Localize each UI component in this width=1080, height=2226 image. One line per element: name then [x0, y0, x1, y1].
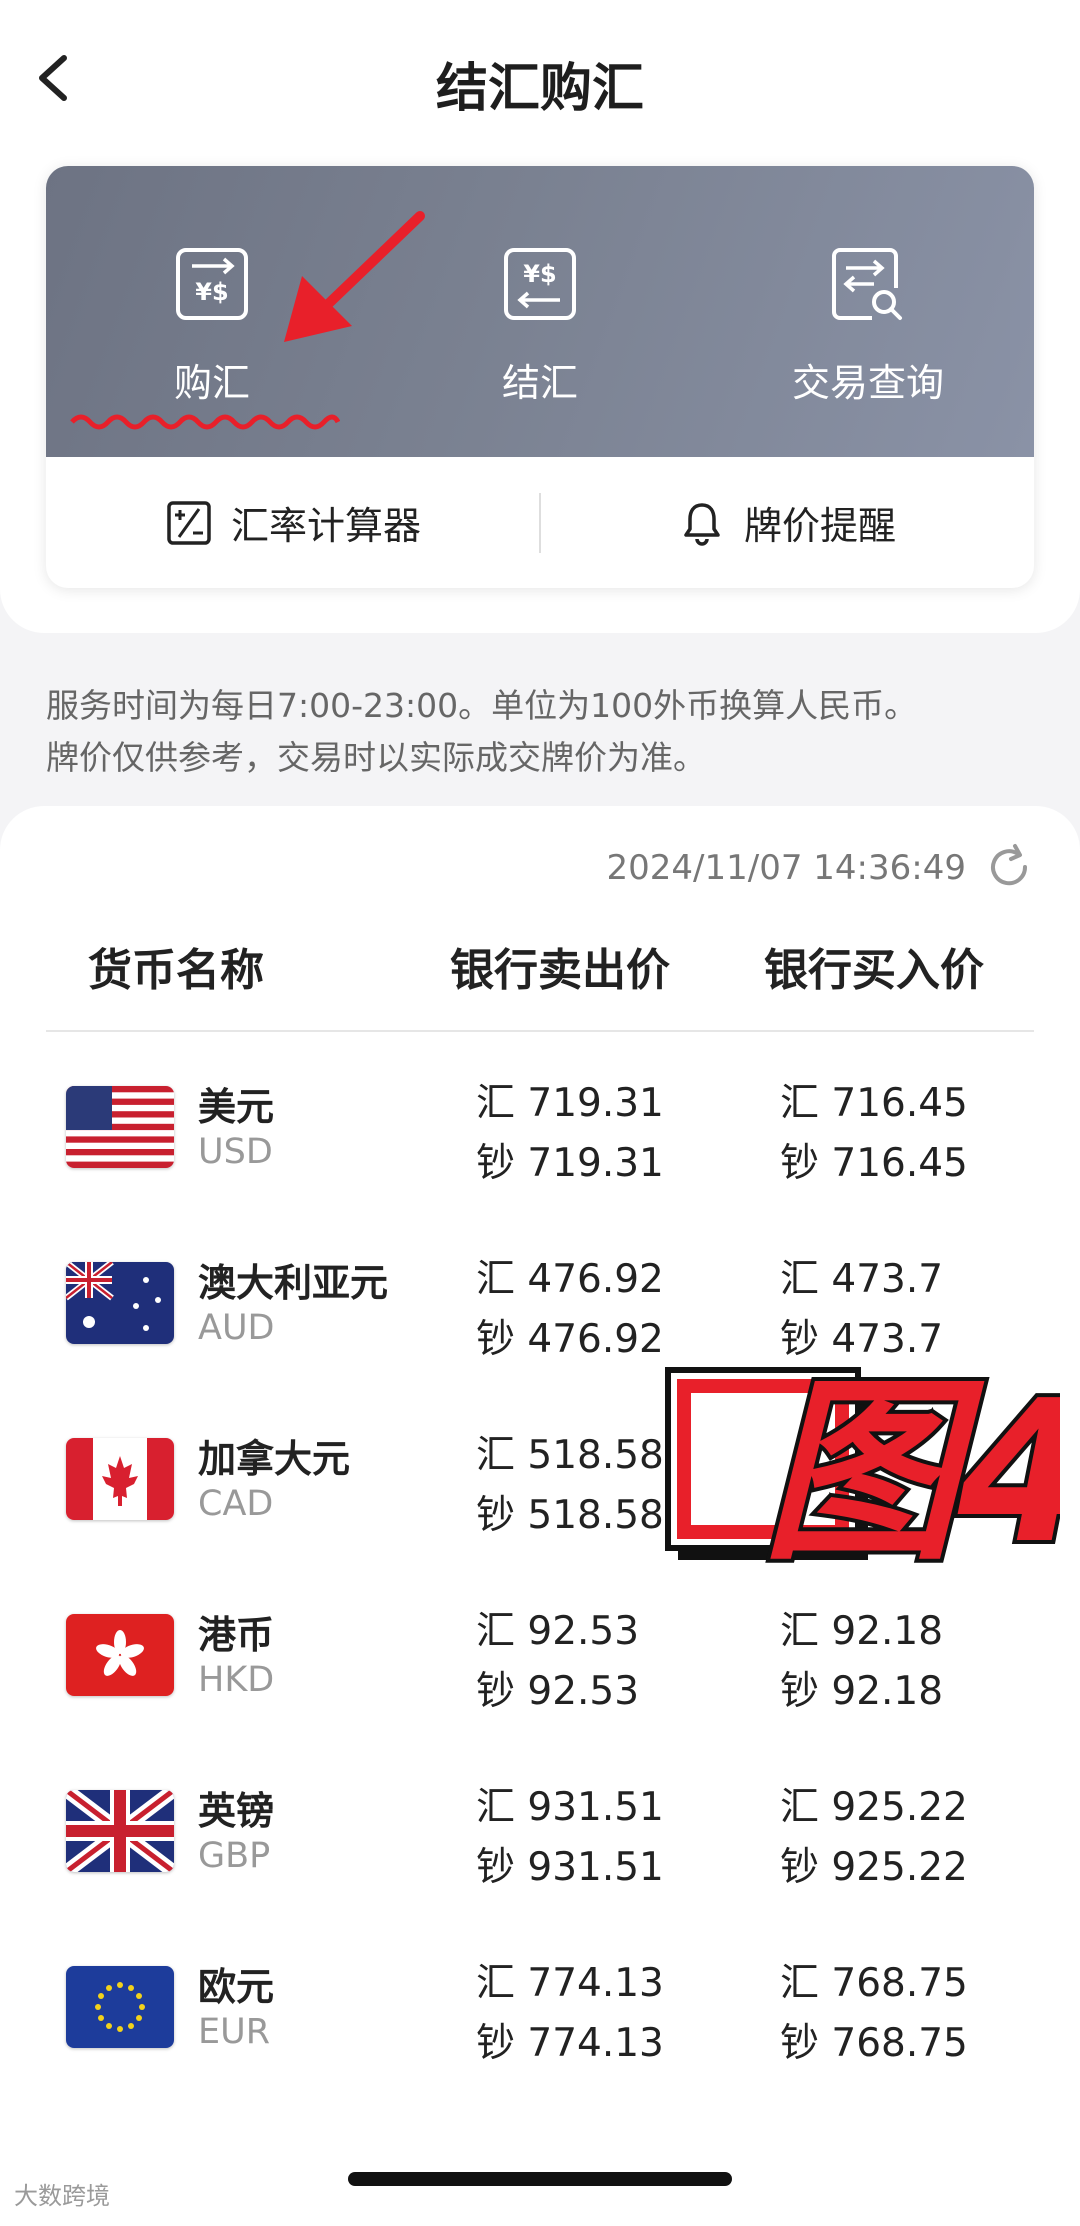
rate-row-eur[interactable]: 欧元 EUR 汇 774.13 钞 774.13 汇 768.75 钞 768.… — [0, 1926, 1080, 2102]
currency-code: USD — [198, 1132, 273, 1172]
bell-icon — [684, 502, 720, 546]
price-alert-button[interactable]: 牌价提醒 — [540, 457, 1034, 588]
sell-cash-rate: 钞 719.31 — [476, 1141, 664, 1186]
currency-exchange-icon: ¥$ — [176, 248, 248, 320]
sell-cash-rate: 钞 518.58 — [476, 1493, 664, 1538]
buy-spot-rate: 汇 92.18 — [780, 1609, 944, 1654]
hk-flag-icon — [66, 1614, 174, 1696]
eu-flag-icon — [66, 1966, 174, 2048]
function-card: ¥$ 购汇 ¥$ 结汇 交易查询 汇率计算器 牌价提醒 — [46, 166, 1034, 588]
currency-name: 加拿大元 — [198, 1437, 351, 1481]
notice-line-2: 牌价仅供参考，交易时以实际成交牌价为准。 — [46, 738, 706, 777]
sell-spot-rate: 汇 476.92 — [476, 1257, 664, 1302]
figure-4-stamp: 图4 — [665, 1360, 1060, 1570]
buy-spot-rate: 汇 716.45 — [780, 1081, 968, 1126]
uk-flag-icon — [66, 1790, 174, 1872]
buy-cash-rate: 钞 473.7 — [780, 1317, 944, 1362]
buy-spot-rate: 汇 768.75 — [780, 1961, 968, 2006]
home-indicator[interactable] — [348, 2172, 732, 2186]
currency-code: HKD — [198, 1660, 275, 1700]
sell-cash-rate: 钞 774.13 — [476, 2021, 664, 2066]
column-header-sell: 银行卖出价 — [450, 945, 670, 996]
column-header-buy: 银行买入价 — [764, 945, 984, 996]
watermark: 大数跨境 — [14, 2182, 110, 2210]
buy-cash-rate: 钞 716.45 — [780, 1141, 968, 1186]
settle-fx-label: 结汇 — [501, 361, 578, 405]
sell-cash-rate: 钞 931.51 — [476, 1845, 664, 1890]
currency-name: 港币 — [198, 1613, 275, 1657]
transaction-query-label: 交易查询 — [791, 361, 944, 405]
notice-line-1: 服务时间为每日7:00-23:00。单位为100外币换算人民币。 — [46, 686, 918, 725]
rate-calculator-label: 汇率计算器 — [230, 504, 421, 548]
currency-name: 澳大利亚元 — [198, 1261, 389, 1305]
currency-code: GBP — [198, 1836, 271, 1876]
buy-cash-rate: 钞 768.75 — [780, 2021, 968, 2066]
buy-spot-rate: 汇 925.22 — [780, 1785, 968, 1830]
svg-text:¥$: ¥$ — [195, 278, 228, 306]
transaction-query-button[interactable]: 交易查询 — [718, 244, 1018, 407]
refresh-icon[interactable] — [984, 842, 1034, 892]
sell-spot-rate: 汇 719.31 — [476, 1081, 664, 1126]
column-header-currency: 货币名称 — [88, 945, 264, 996]
currency-code: AUD — [198, 1308, 275, 1348]
sell-spot-rate: 汇 774.13 — [476, 1961, 664, 2006]
stamp-text: 图4 — [762, 1360, 1060, 1570]
sell-cash-rate: 钞 476.92 — [476, 1317, 664, 1362]
page-title: 结汇购汇 — [435, 59, 644, 119]
rate-row-hkd[interactable]: 港币 HKD 汇 92.53 钞 92.53 汇 92.18 钞 92.18 — [0, 1574, 1080, 1750]
currency-name: 欧元 — [198, 1965, 275, 2009]
tools-bar: 汇率计算器 牌价提醒 — [46, 457, 1034, 588]
settle-fx-button[interactable]: ¥$ 结汇 — [390, 244, 690, 407]
rate-calculator-button[interactable]: 汇率计算器 — [46, 457, 540, 588]
sell-cash-rate: 钞 92.53 — [476, 1669, 640, 1714]
sell-spot-rate: 汇 931.51 — [476, 1785, 664, 1830]
svg-text:¥$: ¥$ — [523, 260, 556, 288]
transaction-search-icon — [832, 248, 902, 320]
us-flag-icon — [66, 1086, 174, 1168]
sell-spot-rate: 汇 518.58 — [476, 1433, 664, 1478]
sell-spot-rate: 汇 92.53 — [476, 1609, 640, 1654]
currency-code: CAD — [198, 1484, 274, 1524]
currency-name: 美元 — [198, 1085, 275, 1129]
service-notice: 服务时间为每日7:00-23:00。单位为100外币换算人民币。 牌价仅供参考，… — [46, 680, 1046, 784]
currency-code: EUR — [198, 2012, 271, 2052]
buy-cash-rate: 钞 92.18 — [780, 1669, 944, 1714]
rate-timestamp: 2024/11/07 14:36:49 — [606, 848, 966, 888]
au-flag-icon — [66, 1262, 174, 1344]
header-divider — [46, 1030, 1034, 1032]
buy-spot-rate: 汇 473.7 — [780, 1257, 944, 1302]
currency-settle-icon: ¥$ — [504, 248, 576, 320]
annotation-arrow-icon — [284, 211, 425, 342]
calculator-icon — [167, 500, 211, 545]
buy-fx-label: 购汇 — [173, 361, 250, 405]
rate-row-gbp[interactable]: 英镑 GBP 汇 931.51 钞 931.51 汇 925.22 钞 925.… — [0, 1750, 1080, 1926]
rate-row-usd[interactable]: 美元 USD 汇 719.31 钞 719.31 汇 716.45 钞 716.… — [0, 1046, 1080, 1222]
ca-flag-icon — [66, 1438, 174, 1520]
price-alert-label: 牌价提醒 — [743, 504, 896, 548]
annotation-underline — [70, 414, 340, 430]
currency-name: 英镑 — [198, 1789, 275, 1833]
buy-cash-rate: 钞 925.22 — [780, 1845, 968, 1890]
